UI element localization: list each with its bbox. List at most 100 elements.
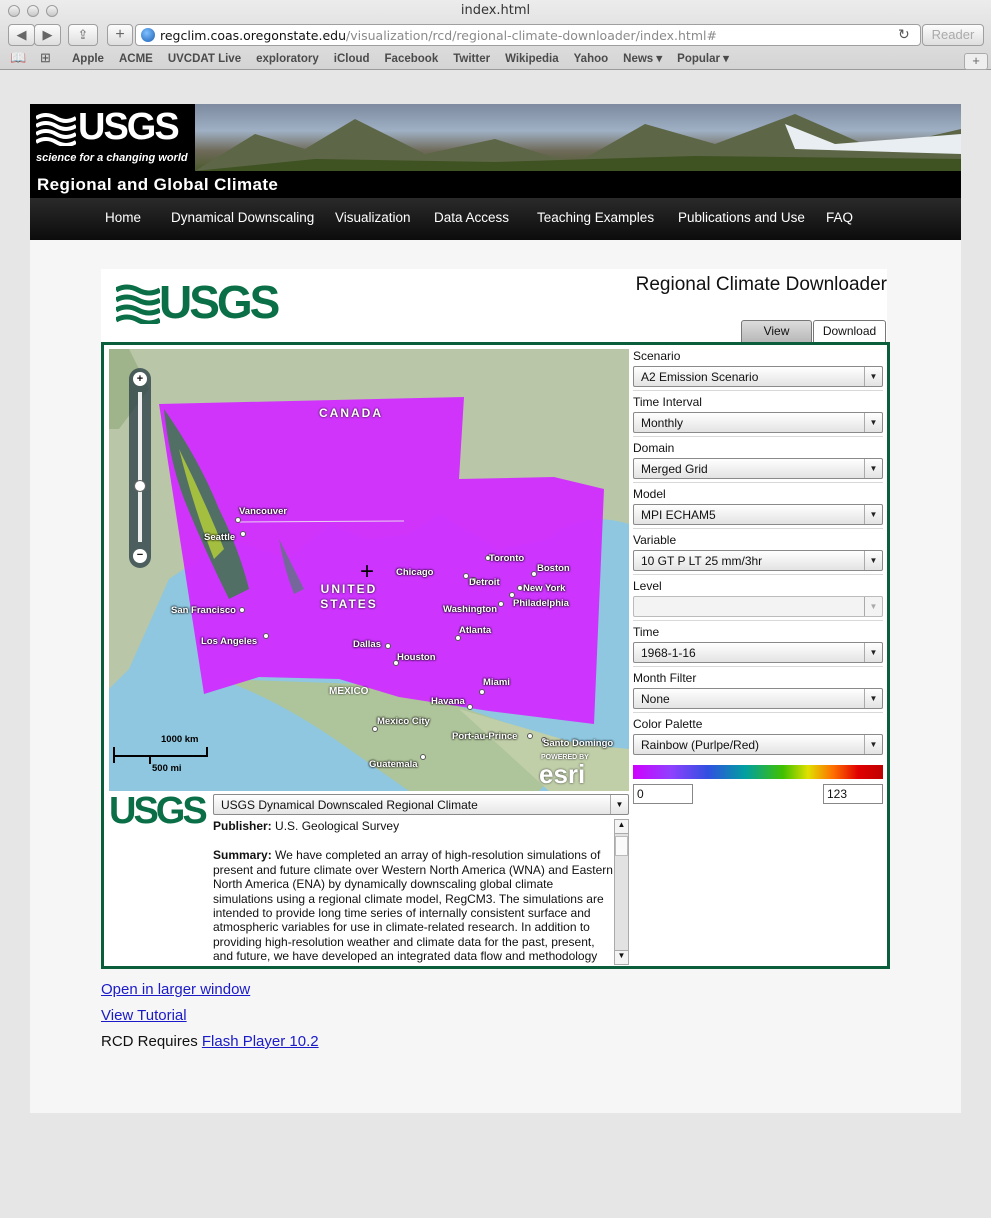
- tab-view[interactable]: View: [741, 320, 812, 342]
- address-bar[interactable]: regclim.coas.oregonstate.edu/visualizati…: [135, 24, 921, 46]
- regional-climate-downloader: USGS Regional Climate Downloader View Do…: [101, 269, 890, 969]
- city-label: Santo Domingo: [543, 738, 614, 749]
- nav-dynamical-downscaling[interactable]: Dynamical Downscaling: [171, 210, 314, 225]
- nav-publications-and-use[interactable]: Publications and Use: [678, 210, 805, 225]
- city-dot: [498, 601, 504, 607]
- city-dot: [263, 633, 269, 639]
- scroll-down-icon[interactable]: ▼: [615, 950, 628, 964]
- zoom-out-icon[interactable]: −: [133, 549, 147, 563]
- city-dot: [239, 607, 245, 613]
- dropdown-arrow-icon: ▼: [864, 551, 882, 570]
- tab-download[interactable]: Download: [813, 320, 886, 342]
- city-label: Washington: [443, 604, 497, 615]
- city-label: Boston: [537, 563, 570, 574]
- bookmark-facebook[interactable]: Facebook: [385, 53, 439, 65]
- nav-teaching-examples[interactable]: Teaching Examples: [537, 210, 654, 225]
- bookmark-twitter[interactable]: Twitter: [453, 53, 490, 65]
- climate-map[interactable]: + − CANADA UNITED STATES + MEXICO Vancou…: [109, 349, 629, 791]
- bookmark-news[interactable]: News ▾: [623, 53, 662, 65]
- city-label: Havana: [431, 696, 465, 707]
- nav-data-access[interactable]: Data Access: [434, 210, 509, 225]
- dataset-select[interactable]: USGS Dynamical Downscaled Regional Clima…: [213, 794, 629, 815]
- label-level: Level: [633, 579, 662, 593]
- top-sites-icon[interactable]: ⊞: [40, 50, 51, 66]
- city-label: New York: [523, 583, 566, 594]
- app-main-panel: + − CANADA UNITED STATES + MEXICO Vancou…: [101, 342, 890, 969]
- scroll-up-icon[interactable]: ▲: [615, 820, 628, 834]
- select-scenario[interactable]: A2 Emission Scenario ▼: [633, 366, 883, 387]
- dataset-select-value: USGS Dynamical Downscaled Regional Clima…: [221, 798, 478, 812]
- bookmark-icloud[interactable]: iCloud: [334, 53, 370, 65]
- back-button[interactable]: ◀: [8, 24, 35, 46]
- plus-icon: +: [115, 26, 125, 43]
- select-color-palette[interactable]: Rainbow (Purlpe/Red) ▼: [633, 734, 883, 755]
- nav-visualization[interactable]: Visualization: [335, 210, 411, 225]
- scale-km: 1000 km: [161, 734, 199, 745]
- label-canada: CANADA: [319, 406, 383, 420]
- share-button[interactable]: ⇪: [68, 24, 98, 46]
- usgs-tagline: science for a changing world: [36, 152, 188, 164]
- flash-player-link[interactable]: Flash Player 10.2: [202, 1033, 319, 1050]
- bookmark-uvcdat-live[interactable]: UVCDAT Live: [168, 53, 241, 65]
- select-variable[interactable]: 10 GT P LT 25 mm/3hr ▼: [633, 550, 883, 571]
- dropdown-arrow-icon: ▼: [864, 597, 882, 616]
- select-level[interactable]: ▼: [633, 596, 883, 617]
- url-path: /visualization/rcd/regional-climate-down…: [346, 28, 717, 43]
- esri-logo: esri: [539, 759, 586, 789]
- publisher-label: Publisher:: [213, 819, 272, 833]
- reload-icon[interactable]: ↻: [898, 26, 910, 43]
- select-month-filter-value: None: [641, 692, 670, 706]
- bookmark-exploratory[interactable]: exploratory: [256, 53, 319, 65]
- select-domain[interactable]: Merged Grid ▼: [633, 458, 883, 479]
- link-row-larger: Open in larger window: [101, 981, 250, 998]
- usgs-dataset-logo: USGS: [109, 790, 209, 838]
- label-united-states: UNITED STATES: [320, 582, 378, 611]
- select-color-palette-value: Rainbow (Purlpe/Red): [641, 738, 760, 752]
- summary-label: Summary:: [213, 848, 272, 863]
- zoom-slider[interactable]: + −: [129, 368, 151, 568]
- bookmark-yahoo[interactable]: Yahoo: [574, 53, 609, 65]
- palette-max-input[interactable]: 123: [823, 784, 883, 804]
- label-domain: Domain: [633, 441, 675, 455]
- bookmark-popular[interactable]: Popular ▾: [677, 53, 729, 65]
- web-page: USGS science for a changing world Region…: [30, 104, 961, 1113]
- reader-button[interactable]: Reader: [922, 24, 984, 46]
- select-month-filter[interactable]: None ▼: [633, 688, 883, 709]
- palette-min-input[interactable]: 0: [633, 784, 693, 804]
- app-title: Regional Climate Downloader: [635, 274, 887, 295]
- dropdown-arrow-icon: ▼: [864, 735, 882, 754]
- bookmark-wikipedia[interactable]: Wikipedia: [505, 53, 559, 65]
- bookmark-apple[interactable]: Apple: [72, 53, 104, 65]
- city-label: Dallas: [353, 639, 381, 650]
- scroll-thumb[interactable]: [615, 836, 628, 856]
- reading-list-icon[interactable]: 📖: [10, 50, 26, 66]
- select-time-interval[interactable]: Monthly ▼: [633, 412, 883, 433]
- open-larger-window-link[interactable]: Open in larger window: [101, 981, 250, 998]
- nav-faq[interactable]: FAQ: [826, 210, 853, 225]
- label-month-filter: Month Filter: [633, 671, 697, 685]
- browser-chrome: index.html ◀ ▶ ⇪ + regclim.coas.oregonst…: [0, 0, 991, 70]
- bookmark-acme[interactable]: ACME: [119, 53, 153, 65]
- select-time[interactable]: 1968-1-16 ▼: [633, 642, 883, 663]
- share-icon: ⇪: [77, 27, 89, 42]
- label-mexico: MEXICO: [329, 686, 369, 697]
- label-color-palette: Color Palette: [633, 717, 703, 731]
- new-tab-button[interactable]: +: [107, 24, 133, 46]
- usgs-app-logo: USGS: [159, 276, 280, 328]
- dropdown-arrow-icon: ▼: [864, 459, 882, 478]
- select-model[interactable]: MPI ECHAM5 ▼: [633, 504, 883, 525]
- view-tutorial-link[interactable]: View Tutorial: [101, 1007, 187, 1024]
- label-time: Time: [633, 625, 660, 639]
- zoom-in-icon[interactable]: +: [133, 372, 147, 386]
- color-palette-bar: [633, 765, 883, 779]
- city-label: Guatemala: [369, 759, 418, 770]
- metadata-scrollbar[interactable]: ▲ ▼: [614, 819, 629, 965]
- city-label: Houston: [397, 652, 436, 663]
- city-label: Miami: [483, 677, 510, 688]
- select-variable-value: 10 GT P LT 25 mm/3hr: [641, 554, 763, 568]
- nav-home[interactable]: Home: [105, 210, 141, 225]
- forward-button[interactable]: ▶: [34, 24, 61, 46]
- add-tab-button[interactable]: +: [964, 53, 988, 70]
- usgs-banner-logo[interactable]: USGS science for a changing world: [30, 104, 195, 171]
- zoom-handle[interactable]: [134, 480, 146, 492]
